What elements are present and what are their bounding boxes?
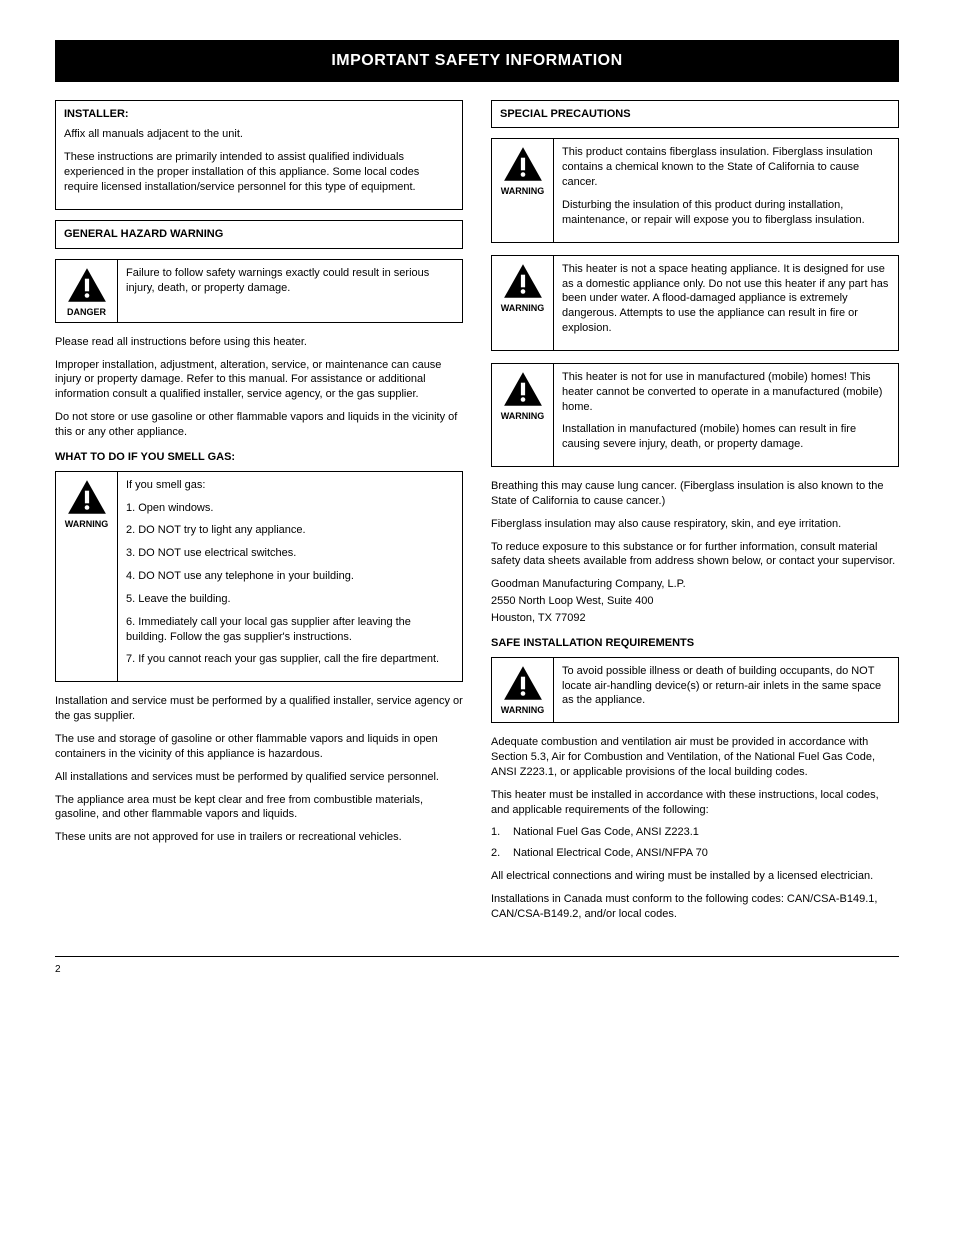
address-line-2: 2550 North Loop West, Suite 400 bbox=[491, 594, 899, 609]
smell-gas-icon-cell: WARNING bbox=[56, 472, 118, 682]
two-column-layout: INSTALLER: Affix all manuals adjacent to… bbox=[55, 100, 899, 930]
special-precautions-heading: SPECIAL PRECAUTIONS bbox=[500, 108, 631, 120]
smell-gas-warning-label: WARNING bbox=[65, 518, 109, 530]
fiberglass-body-1: This product contains fiberglass insulat… bbox=[562, 145, 890, 190]
right-p3: Adequate combustion and ventilation air … bbox=[491, 735, 899, 780]
smell-gas-warning-text: If you smell gas: 1. Open windows. 2. DO… bbox=[118, 472, 462, 682]
codes-list: 1.National Fuel Gas Code, ANSI Z223.1 2.… bbox=[491, 825, 899, 861]
address-line-1: Goodman Manufacturing Company, L.P. bbox=[491, 577, 899, 592]
right-column: SPECIAL PRECAUTIONS WARNING This product… bbox=[491, 100, 899, 930]
warning-triangle-icon bbox=[502, 370, 544, 408]
codes-item-1-text: National Fuel Gas Code, ANSI Z223.1 bbox=[513, 825, 699, 840]
space-heater-warning-label: WARNING bbox=[501, 302, 545, 314]
general-hazard-box: GENERAL HAZARD WARNING bbox=[55, 220, 463, 249]
installer-line-1: Affix all manuals adjacent to the unit. bbox=[64, 127, 454, 142]
space-heater-warning-box: WARNING This heater is not a space heati… bbox=[491, 255, 899, 351]
left-p5: The use and storage of gasoline or other… bbox=[55, 732, 463, 762]
warning-triangle-icon bbox=[502, 664, 544, 702]
return-air-warning-box: WARNING To avoid possible illness or dea… bbox=[491, 657, 899, 724]
exposure-info: To reduce exposure to this substance or … bbox=[491, 540, 899, 570]
mobile-home-warning-text: This heater is not for use in manufactur… bbox=[554, 364, 898, 466]
left-p1: Please read all instructions before usin… bbox=[55, 335, 463, 350]
space-heater-icon-cell: WARNING bbox=[492, 256, 554, 350]
mobile-home-warning-label: WARNING bbox=[501, 410, 545, 422]
left-column: INSTALLER: Affix all manuals adjacent to… bbox=[55, 100, 463, 930]
danger-body: Failure to follow safety warnings exactl… bbox=[126, 266, 454, 296]
page-number: 2 bbox=[55, 963, 61, 977]
smell-gas-b1: 1. Open windows. bbox=[126, 501, 454, 516]
left-p6: All installations and services must be p… bbox=[55, 770, 463, 785]
installer-line-2: These instructions are primarily intende… bbox=[64, 150, 454, 195]
fiberglass-warning-label: WARNING bbox=[501, 185, 545, 197]
smell-gas-heading: WHAT TO DO IF YOU SMELL GAS: bbox=[55, 450, 463, 465]
return-air-icon-cell: WARNING bbox=[492, 658, 554, 723]
warning-triangle-icon bbox=[66, 266, 108, 304]
smell-gas-b4: 4. DO NOT use any telephone in your buil… bbox=[126, 569, 454, 584]
left-p8: These units are not approved for use in … bbox=[55, 830, 463, 845]
fiberglass-icon-cell: WARNING bbox=[492, 139, 554, 241]
right-p1: Breathing this may cause lung cancer. (F… bbox=[491, 479, 899, 509]
warning-triangle-icon bbox=[502, 145, 544, 183]
mobile-home-body-2: Installation in manufactured (mobile) ho… bbox=[562, 422, 890, 452]
smell-gas-b5: 5. Leave the building. bbox=[126, 592, 454, 607]
warning-triangle-icon bbox=[66, 478, 108, 516]
mobile-home-body-1: This heater is not for use in manufactur… bbox=[562, 370, 890, 415]
footer: 2 bbox=[55, 963, 899, 977]
danger-icon-cell: DANGER bbox=[56, 260, 118, 322]
return-air-warning-text: To avoid possible illness or death of bu… bbox=[554, 658, 898, 723]
warning-triangle-icon bbox=[502, 262, 544, 300]
fiberglass-body-2: Disturbing the insulation of this produc… bbox=[562, 198, 890, 228]
smell-gas-b6: 6. Immediately call your local gas suppl… bbox=[126, 615, 454, 645]
general-hazard-heading: GENERAL HAZARD WARNING bbox=[64, 228, 223, 240]
danger-box: DANGER Failure to follow safety warnings… bbox=[55, 259, 463, 323]
address-line-3: Houston, TX 77092 bbox=[491, 611, 899, 626]
mobile-home-warning-box: WARNING This heater is not for use in ma… bbox=[491, 363, 899, 467]
danger-text: Failure to follow safety warnings exactl… bbox=[118, 260, 462, 322]
return-air-warning-label: WARNING bbox=[501, 704, 545, 716]
fiberglass-warning-text: This product contains fiberglass insulat… bbox=[554, 139, 898, 241]
safe-install-heading: SAFE INSTALLATION REQUIREMENTS bbox=[491, 636, 899, 651]
mobile-home-icon-cell: WARNING bbox=[492, 364, 554, 466]
smell-gas-b3: 3. DO NOT use electrical switches. bbox=[126, 546, 454, 561]
footer-rule bbox=[55, 956, 899, 957]
installer-heading: INSTALLER: bbox=[64, 107, 454, 122]
right-p6: Installations in Canada must conform to … bbox=[491, 892, 899, 922]
codes-item-2: 2.National Electrical Code, ANSI/NFPA 70 bbox=[491, 846, 899, 861]
space-heater-body: This heater is not a space heating appli… bbox=[562, 262, 890, 336]
left-p3: Do not store or use gasoline or other fl… bbox=[55, 410, 463, 440]
right-p2: Fiberglass insulation may also cause res… bbox=[491, 517, 899, 532]
codes-item-1: 1.National Fuel Gas Code, ANSI Z223.1 bbox=[491, 825, 899, 840]
fiberglass-warning-box: WARNING This product contains fiberglass… bbox=[491, 138, 899, 242]
right-p5: All electrical connections and wiring mu… bbox=[491, 869, 899, 884]
left-p7: The appliance area must be kept clear an… bbox=[55, 793, 463, 823]
codes-item-2-text: National Electrical Code, ANSI/NFPA 70 bbox=[513, 846, 708, 861]
smell-gas-b2: 2. DO NOT try to light any appliance. bbox=[126, 523, 454, 538]
title-bar: IMPORTANT SAFETY INFORMATION bbox=[55, 40, 899, 82]
return-air-body: To avoid possible illness or death of bu… bbox=[562, 664, 890, 709]
danger-label: DANGER bbox=[67, 306, 106, 318]
space-heater-warning-text: This heater is not a space heating appli… bbox=[554, 256, 898, 350]
right-p4: This heater must be installed in accorda… bbox=[491, 788, 899, 818]
left-p2: Improper installation, adjustment, alter… bbox=[55, 358, 463, 403]
smell-gas-lead: If you smell gas: bbox=[126, 478, 454, 493]
smell-gas-b7: 7. If you cannot reach your gas supplier… bbox=[126, 652, 454, 667]
left-p4: Installation and service must be perform… bbox=[55, 694, 463, 724]
smell-gas-warning-box: WARNING If you smell gas: 1. Open window… bbox=[55, 471, 463, 683]
special-precautions-box: SPECIAL PRECAUTIONS bbox=[491, 100, 899, 129]
installer-box: INSTALLER: Affix all manuals adjacent to… bbox=[55, 100, 463, 210]
